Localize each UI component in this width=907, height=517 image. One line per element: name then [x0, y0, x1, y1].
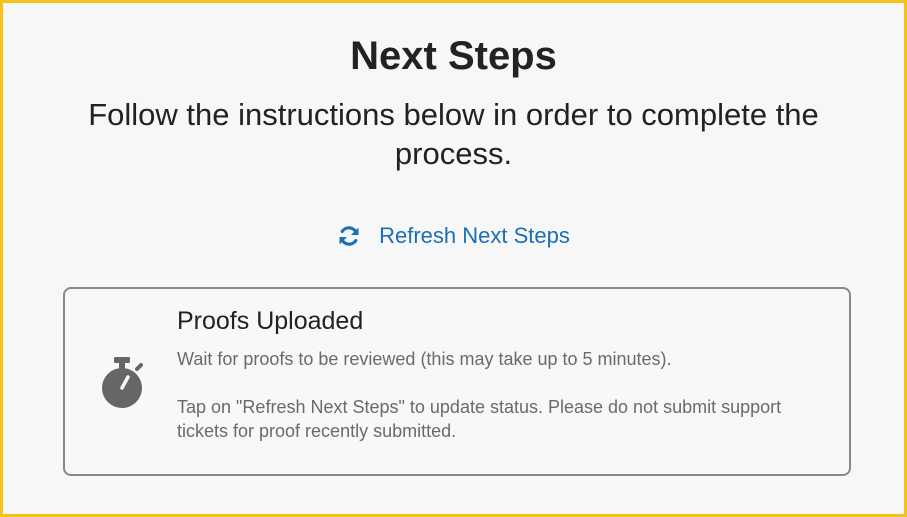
page-subtitle: Follow the instructions below in order t…	[88, 97, 819, 171]
refresh-icon[interactable]	[337, 224, 361, 248]
status-title: Proofs Uploaded	[177, 307, 364, 335]
stopwatch-icon	[99, 355, 145, 411]
next-steps-panel: Next Steps Follow the instructions below…	[0, 0, 907, 517]
refresh-next-steps-label[interactable]: Refresh Next Steps	[379, 223, 570, 249]
status-note: Tap on "Refresh Next Steps" to update st…	[177, 397, 782, 441]
status-message: Wait for proofs to be reviewed (this may…	[177, 349, 672, 369]
refresh-next-steps-link[interactable]: Refresh Next Steps	[3, 223, 904, 249]
page-title: Next Steps	[350, 34, 557, 78]
status-card: Proofs Uploaded Wait for proofs to be re…	[63, 287, 851, 476]
